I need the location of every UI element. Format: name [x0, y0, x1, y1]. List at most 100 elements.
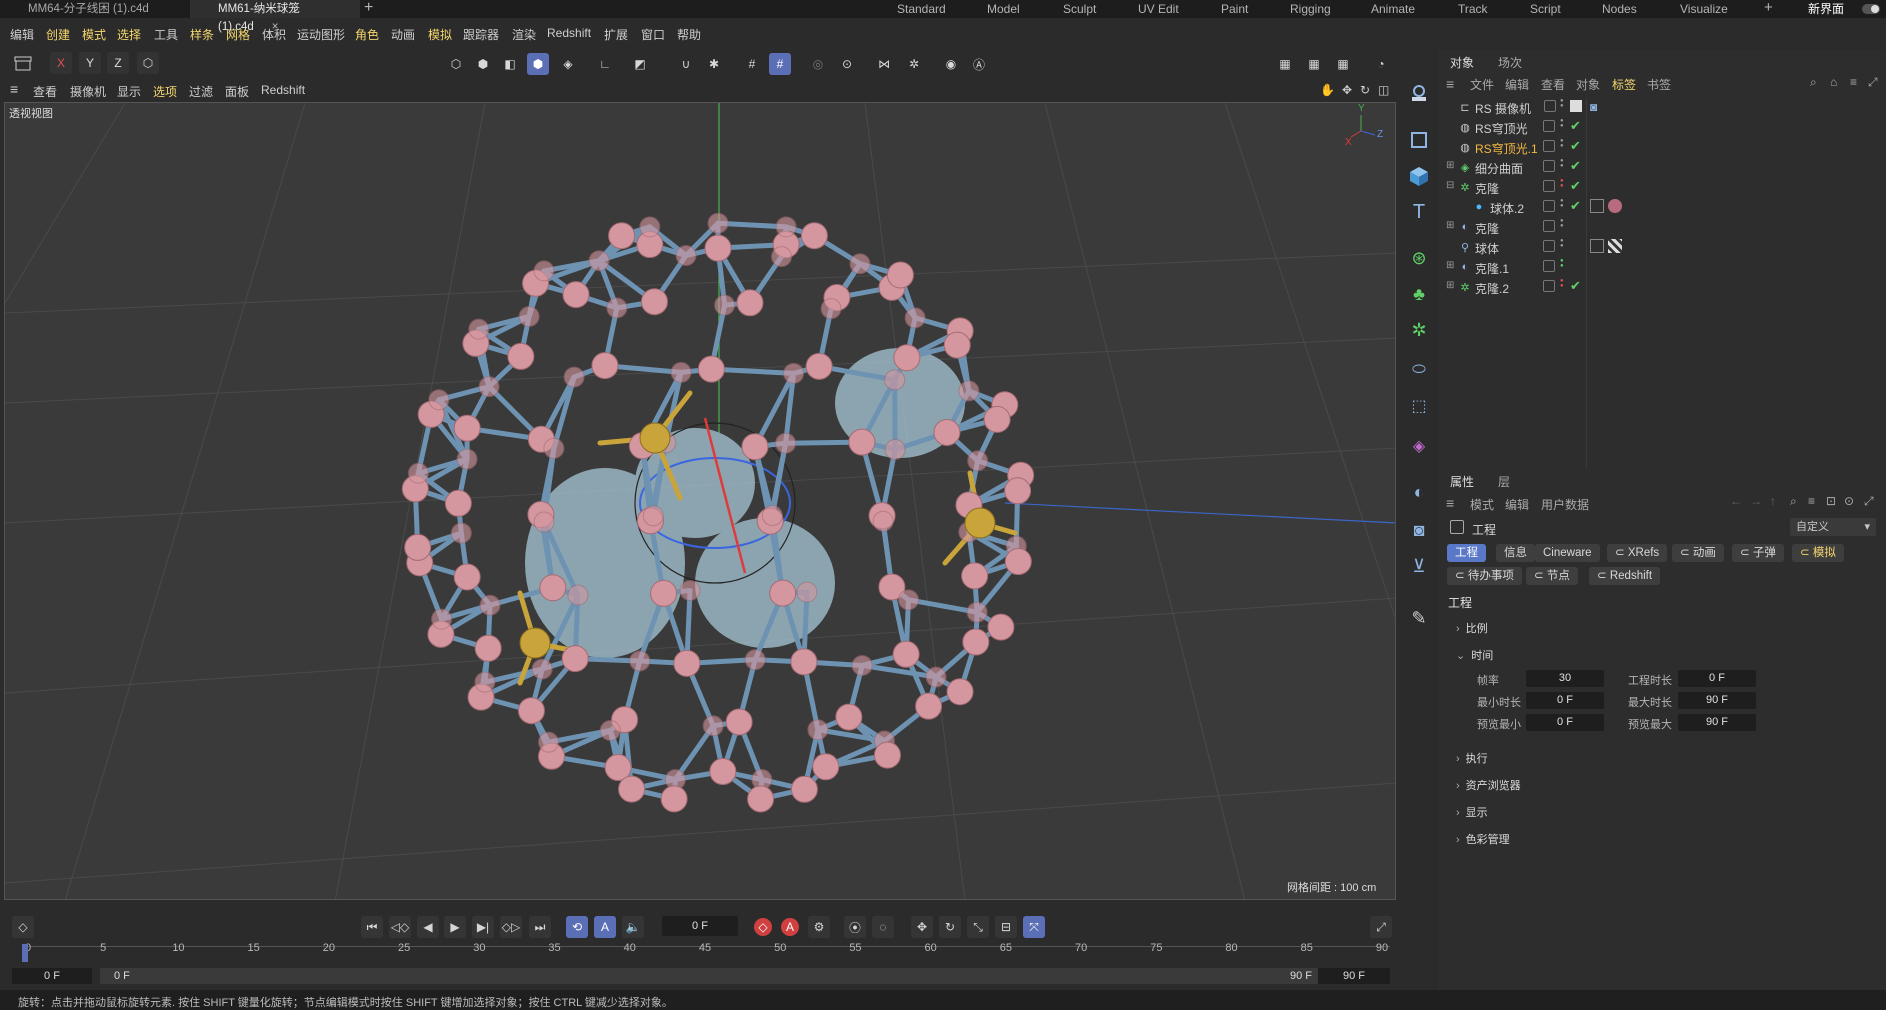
render-settings-icon[interactable]: ▦ — [1332, 53, 1354, 75]
file-tab-mm61[interactable]: MM61-纳米球笼 (1).c4d × — [190, 0, 360, 33]
snap-settings-icon[interactable]: ✱ — [703, 53, 725, 75]
lock-icon[interactable]: ⊡ — [1826, 494, 1836, 508]
menu-volume[interactable]: 体积 — [262, 26, 286, 43]
rectangle-icon[interactable] — [1405, 126, 1433, 154]
deformer-icon[interactable]: ⬭ — [1405, 356, 1433, 384]
object-row[interactable]: ⊞ ◐ 克隆.1 ● ● — [1446, 257, 1886, 277]
cube-icon[interactable] — [1405, 162, 1433, 190]
render-view-icon[interactable]: ▦ — [1274, 53, 1296, 75]
layout-toggle[interactable] — [1862, 4, 1880, 14]
edges-mode-icon[interactable]: ⬢ — [472, 53, 494, 75]
new-window-icon[interactable]: ⤢ — [1864, 494, 1874, 509]
chip-cineware[interactable]: Cineware — [1535, 544, 1600, 562]
tab-attributes[interactable]: 属性 — [1450, 473, 1474, 490]
object-row[interactable]: ⊞ ◐ 克隆 ● ● — [1446, 217, 1886, 237]
chip-nodes[interactable]: ⊂ 节点 — [1526, 567, 1578, 585]
generator-icon[interactable]: ⬚ — [1405, 392, 1433, 420]
symmetry-settings-icon[interactable]: ✲ — [903, 53, 925, 75]
range-start-field[interactable]: 0 F — [12, 968, 92, 984]
home-icon[interactable]: ⌂ — [1830, 75, 1837, 89]
chip-info[interactable]: 信息 — [1496, 544, 1535, 562]
fracture-icon[interactable]: ♣ — [1405, 280, 1433, 308]
texture-tag-icon[interactable] — [1608, 239, 1622, 253]
move-view-icon[interactable]: ✥ — [1342, 83, 1352, 97]
material-tag-icon[interactable] — [1608, 199, 1622, 213]
chip-simulation[interactable]: ⊂ 模拟 — [1792, 544, 1844, 562]
menu-simulate[interactable]: 模拟 — [428, 26, 452, 43]
collapse-toggle-icon[interactable]: ⊟ — [1446, 180, 1454, 191]
preview-max-field[interactable]: 90 F — [1678, 714, 1756, 731]
menu-extensions[interactable]: 扩展 — [604, 26, 628, 43]
menu-animation[interactable]: 动画 — [391, 26, 415, 43]
range-slider[interactable]: 0 F 90 F — [100, 968, 1326, 984]
new-layout-button[interactable]: 新界面 — [1808, 0, 1844, 18]
back-icon[interactable]: ← — [1730, 494, 1742, 508]
chip-todo[interactable]: ⊂ 待办事项 — [1447, 567, 1522, 585]
layout-sculpt[interactable]: Sculpt — [1063, 0, 1096, 18]
effector-icon[interactable]: ✲ — [1405, 316, 1433, 344]
object-row[interactable]: ◍ RS穹顶光 ● ● ✔ — [1450, 117, 1886, 137]
object-row[interactable]: ⊏ RS 摄像机 ● ● ◙ — [1450, 97, 1886, 117]
tab-objects[interactable]: 对象 — [1450, 54, 1474, 71]
search-icon[interactable]: ⌕ — [1790, 494, 1797, 509]
field-icon[interactable]: ◈ — [1405, 432, 1433, 460]
preview-min-field[interactable]: 0 F — [1526, 714, 1604, 731]
filter-icon[interactable]: ≡ — [1808, 494, 1815, 508]
search-icon[interactable]: ⌕ — [1810, 75, 1817, 90]
archive-icon[interactable] — [12, 52, 34, 74]
up-icon[interactable]: ↑ — [1770, 494, 1776, 508]
phong-tag-icon[interactable] — [1590, 239, 1604, 253]
points-mode-icon[interactable]: ⬡ — [445, 53, 467, 75]
light-tool-icon[interactable]: ⊻ — [1405, 552, 1433, 580]
snap-grid-icon[interactable]: # — [769, 53, 791, 75]
attr-menu-edit[interactable]: 编辑 — [1505, 496, 1529, 513]
project-length-field[interactable]: 0 F — [1678, 670, 1756, 687]
expand-toggle-icon[interactable]: ⊞ — [1446, 260, 1454, 271]
model-mode-icon[interactable]: ⬢ — [527, 53, 549, 75]
expand-toggle-icon[interactable]: ⊞ — [1446, 280, 1454, 291]
layout-track[interactable]: Track — [1458, 0, 1488, 18]
axis-x-button[interactable]: X — [50, 52, 72, 74]
viewport-menu-filter[interactable]: 过滤 — [189, 83, 213, 100]
enabled-check-icon[interactable]: ✔ — [1570, 158, 1581, 174]
menu-tools[interactable]: 工具 — [154, 26, 178, 43]
menu-select[interactable]: 选择 — [117, 26, 141, 43]
camera-tag-icon[interactable]: ◙ — [1590, 100, 1597, 114]
axis-y-button[interactable]: Y — [79, 52, 101, 74]
uv-mode-icon[interactable]: ◈ — [557, 53, 579, 75]
menu-edit[interactable]: 编辑 — [10, 26, 34, 43]
tab-takes[interactable]: 场次 — [1498, 54, 1522, 71]
menu-mesh[interactable]: 网格 — [226, 26, 250, 43]
menu-character[interactable]: 角色 — [355, 26, 379, 43]
menu-tracker[interactable]: 跟踪器 — [463, 26, 499, 43]
expand-icon[interactable]: ⤢ — [1868, 75, 1878, 90]
object-row[interactable]: ◍ RS穹顶光.1 ● ● ✔ — [1450, 137, 1886, 157]
magnet-icon[interactable]: ∪ — [675, 53, 697, 75]
group-time[interactable]: ⌄ 时间 — [1456, 647, 1493, 663]
guide-icon[interactable]: Ⓐ — [968, 53, 990, 75]
viewport-menu-view[interactable]: 查看 — [33, 83, 57, 100]
edit-tool-icon[interactable]: ✎ — [1405, 604, 1433, 632]
live-select-icon[interactable] — [1405, 80, 1433, 108]
hamburger-icon[interactable]: ≡ — [10, 81, 18, 97]
max-length-field[interactable]: 90 F — [1678, 692, 1756, 709]
filter-icon[interactable]: ≡ — [1850, 75, 1857, 89]
menu-help[interactable]: 帮助 — [677, 26, 701, 43]
polygons-mode-icon[interactable]: ◧ — [499, 53, 521, 75]
chip-xrefs[interactable]: ⊂ XRefs — [1607, 544, 1668, 562]
menu-mode[interactable]: 模式 — [82, 26, 106, 43]
layout-uv-edit[interactable]: UV Edit — [1138, 0, 1179, 18]
solo-icon[interactable]: ◩ — [629, 53, 651, 75]
chip-bullet[interactable]: ⊂ 子弹 — [1732, 544, 1784, 562]
camera-tool-icon[interactable]: ◙ — [1405, 516, 1433, 544]
maximize-view-icon[interactable]: ◫ — [1378, 83, 1389, 97]
layout-model[interactable]: Model — [987, 0, 1020, 18]
menu-redshift[interactable]: Redshift — [547, 26, 591, 40]
render-to-picture-viewer-icon[interactable]: ▦ — [1303, 53, 1325, 75]
perspective-viewport[interactable]: 透视视图 网格间距 : 100 cm Y Z X — [4, 102, 1396, 900]
menu-mograph[interactable]: 运动图形 — [297, 26, 345, 43]
layout-standard[interactable]: Standard — [897, 0, 946, 18]
forward-icon[interactable]: → — [1750, 494, 1762, 508]
attr-menu-icon[interactable]: ≡ — [1446, 495, 1454, 511]
menu-render[interactable]: 渲染 — [512, 26, 536, 43]
